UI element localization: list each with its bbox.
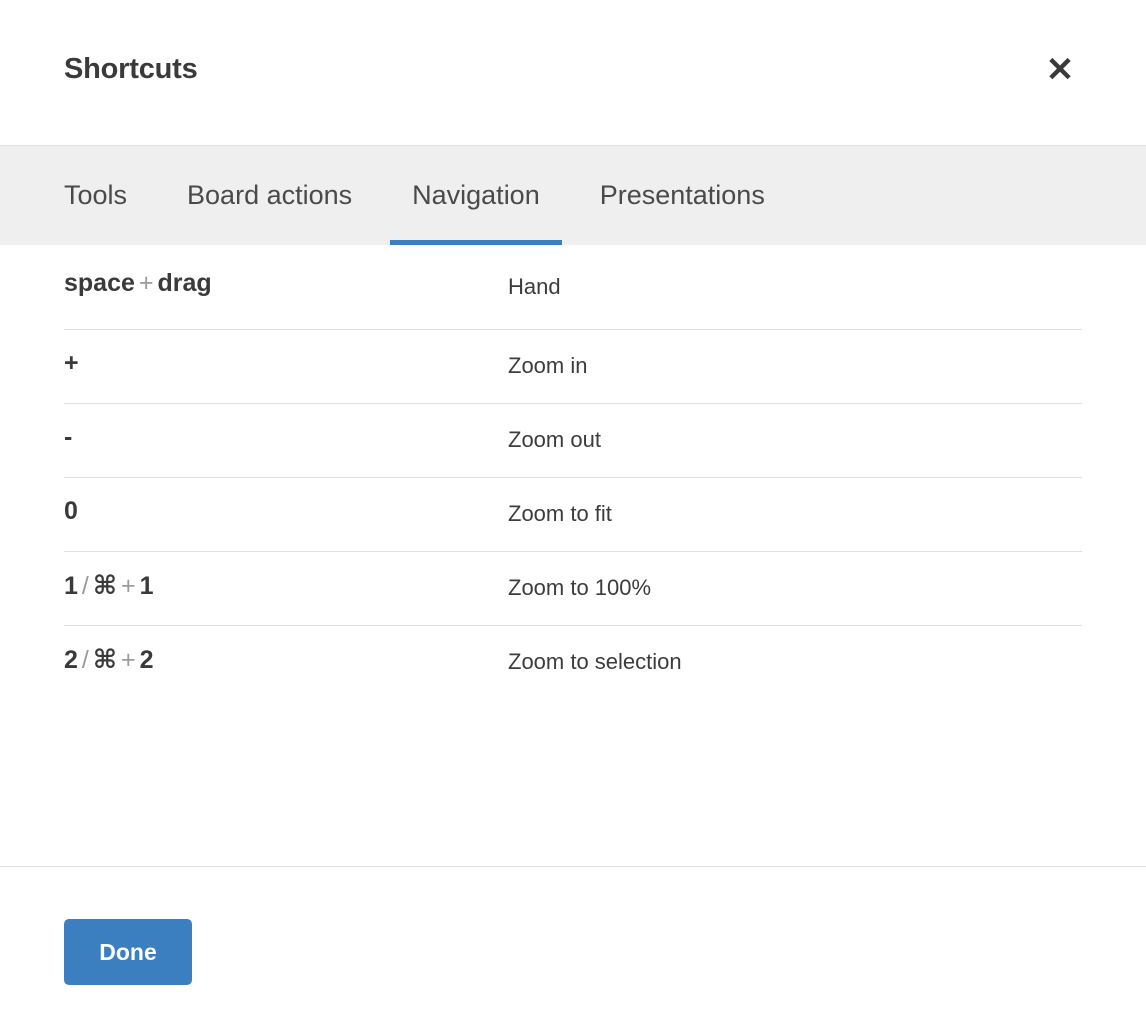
shortcut-description: Zoom to selection bbox=[508, 649, 682, 675]
shortcut-list-container: space + drag Hand + Zoom in - Zoom out 0 Zoom to … bbox=[0, 245, 1146, 866]
key-separator: + bbox=[138, 269, 154, 298]
close-button[interactable]: ✕ bbox=[1038, 48, 1082, 92]
shortcut-row: + Zoom in bbox=[64, 329, 1082, 404]
key-cap: drag bbox=[157, 269, 212, 298]
key-cap: 1 bbox=[64, 571, 78, 600]
shortcut-keys: + bbox=[64, 329, 508, 404]
shortcut-description: Zoom to 100% bbox=[508, 551, 1082, 626]
key-separator: / bbox=[81, 571, 89, 600]
shortcuts-dialog: Shortcuts ✕ Tools Board actions Navigation… bbox=[0, 0, 1146, 1034]
tab-bar: Tools Board actions Navigation Presentation… bbox=[0, 145, 1146, 245]
tab-tools[interactable]: Tools bbox=[64, 146, 149, 245]
tab-active-underline bbox=[390, 240, 562, 245]
done-button[interactable]: Done bbox=[64, 919, 192, 985]
shortcut-row: 1/⌘ +1 Zoom to 100% bbox=[64, 551, 1082, 626]
shortcut-description: Zoom to fit bbox=[508, 477, 1082, 552]
shortcut-keys: space + drag bbox=[64, 245, 508, 330]
key-separator: + bbox=[120, 645, 136, 674]
shortcut-row: 0 Zoom to fit bbox=[64, 477, 1082, 552]
tab-active-underline bbox=[165, 240, 374, 245]
key-cap: + bbox=[64, 348, 79, 377]
key-cap: 1 bbox=[139, 571, 154, 600]
shortcut-keys: 1/⌘ +1 bbox=[64, 551, 508, 626]
key-cap: 2 bbox=[64, 645, 78, 674]
key-cap: space bbox=[64, 269, 135, 298]
shortcut-description: Zoom in bbox=[508, 329, 1082, 404]
tab-active-underline bbox=[578, 240, 787, 245]
shortcut-row: 2/⌘ +2 Zoom to selection bbox=[64, 625, 1082, 699]
shortcut-row: space + drag Hand bbox=[64, 245, 1082, 330]
page-title: Shortcuts bbox=[64, 53, 198, 85]
tab-label: Board actions bbox=[187, 180, 353, 210]
tab-board-actions[interactable]: Board actions bbox=[165, 146, 374, 245]
tab-label: Tools bbox=[64, 180, 128, 210]
key-cap: 2 bbox=[139, 645, 154, 674]
tab-label: Presentations bbox=[599, 180, 765, 210]
shortcut-description: Zoom out bbox=[508, 403, 1082, 478]
shortcut-row: - Zoom out bbox=[64, 403, 1082, 478]
shortcut-keys: - bbox=[64, 403, 508, 478]
command-key-icon: ⌘ bbox=[92, 643, 117, 674]
shortcut-list: space + drag Hand + Zoom in - Zoom out 0 Zoom to … bbox=[64, 245, 1082, 699]
tab-label: Navigation bbox=[412, 180, 540, 210]
key-separator: / bbox=[81, 645, 89, 674]
tab-active-underline bbox=[64, 240, 149, 245]
dialog-header: Shortcuts ✕ bbox=[0, 0, 1146, 145]
shortcut-keys: 0 bbox=[64, 477, 508, 552]
tab-presentations[interactable]: Presentations bbox=[578, 146, 787, 245]
key-separator: + bbox=[120, 571, 136, 600]
close-icon: ✕ bbox=[1045, 51, 1075, 89]
key-cap: 0 bbox=[64, 496, 78, 525]
key-cap: - bbox=[64, 422, 73, 451]
dialog-footer: Done bbox=[0, 866, 1146, 1034]
shortcut-description: Hand bbox=[508, 245, 1082, 330]
command-key-icon: ⌘ bbox=[92, 569, 117, 600]
tab-navigation[interactable]: Navigation bbox=[390, 146, 562, 245]
shortcut-keys: 2/⌘ +2 bbox=[64, 625, 508, 699]
